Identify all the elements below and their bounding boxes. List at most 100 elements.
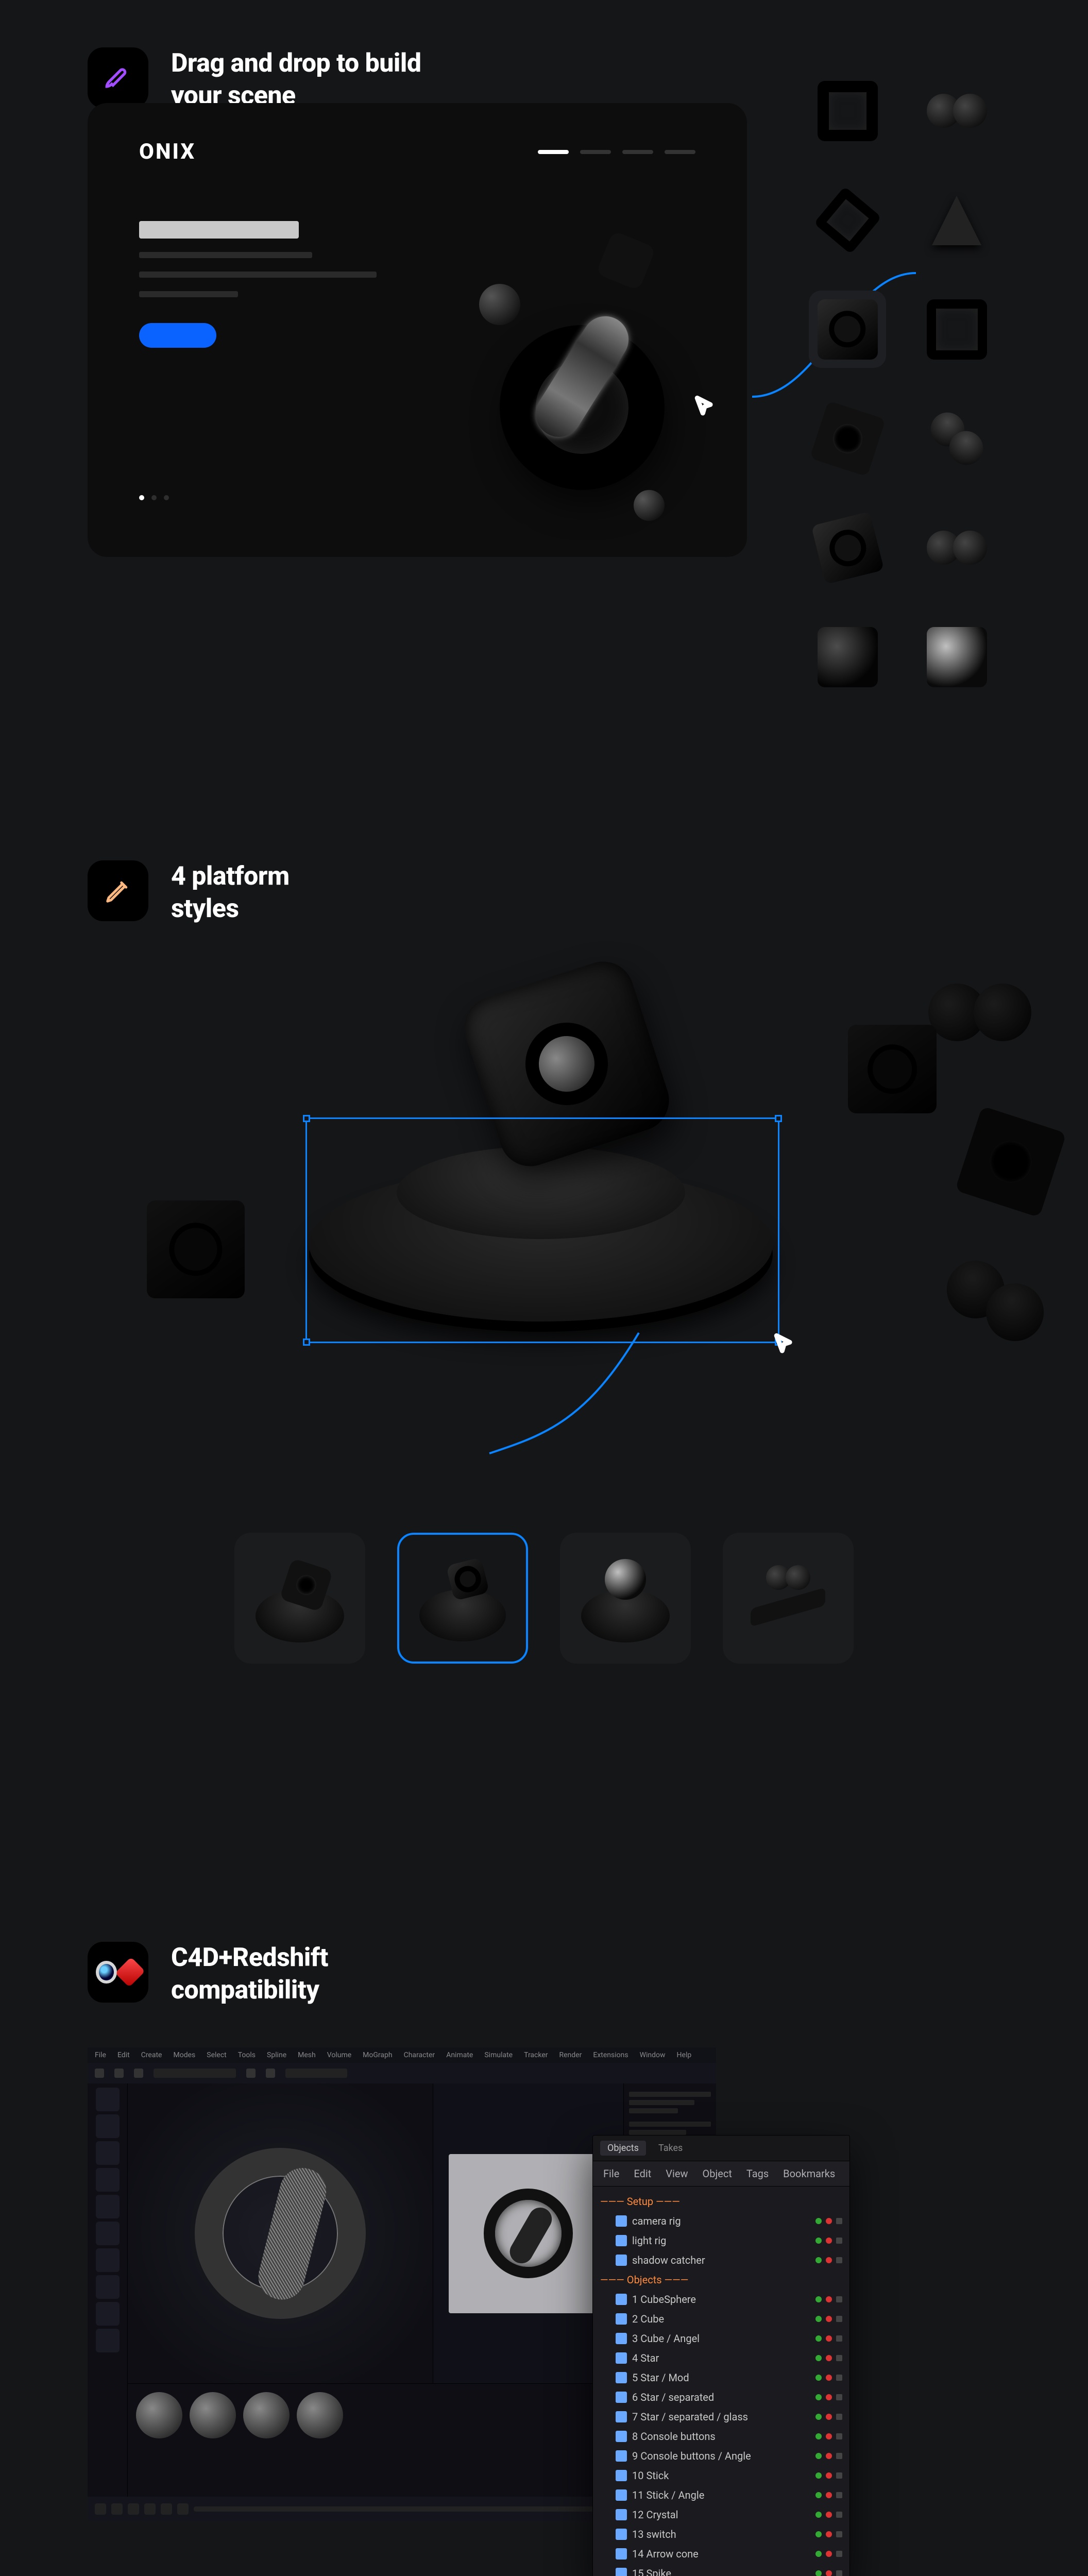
material-swatch[interactable] xyxy=(190,2392,236,2438)
tool-icon[interactable] xyxy=(96,2222,120,2245)
material-swatch[interactable] xyxy=(297,2392,343,2438)
c4d-menu-item[interactable]: Volume xyxy=(327,2051,351,2059)
palette-item-knot[interactable] xyxy=(809,181,886,259)
tree-item[interactable]: 14 Arrow cone xyxy=(593,2544,849,2564)
c4d-menu-item[interactable]: Select xyxy=(207,2051,226,2059)
c4d-menu-item[interactable]: Animate xyxy=(446,2051,473,2059)
platform-option-clover-flat[interactable] xyxy=(723,1533,854,1664)
visibility-toggles[interactable] xyxy=(815,2570,842,2576)
visibility-toggles[interactable] xyxy=(815,2218,842,2224)
c4d-menu-item[interactable]: Help xyxy=(677,2051,692,2059)
c4d-menu-item[interactable]: Window xyxy=(640,2051,666,2059)
tree-item[interactable]: 9 Console buttons / Angle xyxy=(593,2446,849,2466)
palette-item-crystal[interactable] xyxy=(809,291,886,368)
tool-icon[interactable] xyxy=(96,2141,120,2165)
material-swatch[interactable] xyxy=(243,2392,290,2438)
objects-menu-item[interactable]: Edit xyxy=(634,2167,651,2180)
objects-menu-item[interactable]: Bookmarks xyxy=(783,2167,835,2180)
c4d-menu-item[interactable]: Character xyxy=(404,2051,435,2059)
c4d-menu-item[interactable]: Edit xyxy=(117,2051,130,2059)
tree-item[interactable]: 7 Star / separated / glass xyxy=(593,2407,849,2427)
mock-cta-button[interactable] xyxy=(139,323,216,348)
palette-item-ring[interactable] xyxy=(918,291,995,368)
tree-item[interactable]: 12 Crystal xyxy=(593,2505,849,2524)
mock-tab[interactable] xyxy=(580,150,611,154)
palette-item-ball-glass[interactable] xyxy=(918,618,995,696)
palette-item-ball-dark[interactable] xyxy=(809,618,886,696)
visibility-toggles[interactable] xyxy=(815,2433,842,2439)
dropped-3d-object[interactable] xyxy=(438,248,726,536)
timeline-button[interactable] xyxy=(111,2503,123,2515)
c4d-menu-item[interactable]: Render xyxy=(559,2051,582,2059)
visibility-toggles[interactable] xyxy=(815,2472,842,2479)
pager-dot[interactable] xyxy=(139,495,144,500)
c4d-menu-item[interactable]: Tools xyxy=(238,2051,256,2059)
tree-item[interactable]: 2 Cube xyxy=(593,2309,849,2329)
objects-menu-item[interactable]: Object xyxy=(703,2167,732,2180)
tree-item[interactable]: 11 Stick / Angle xyxy=(593,2485,849,2505)
c4d-menu-item[interactable]: Mesh xyxy=(298,2051,316,2059)
tree-item[interactable]: 13 switch xyxy=(593,2524,849,2544)
mock-tab[interactable] xyxy=(665,150,695,154)
platform-option-camera-disc[interactable] xyxy=(397,1533,528,1664)
tree-item[interactable]: 5 Star / Mod xyxy=(593,2368,849,2387)
timeline-button[interactable] xyxy=(128,2503,139,2515)
tree-item[interactable]: 6 Star / separated xyxy=(593,2387,849,2407)
c4d-viewport[interactable] xyxy=(128,2083,433,2383)
visibility-toggles[interactable] xyxy=(815,2316,842,2322)
c4d-menu-item[interactable]: Extensions xyxy=(593,2051,628,2059)
visibility-toggles[interactable] xyxy=(815,2394,842,2400)
visibility-toggles[interactable] xyxy=(815,2512,842,2518)
tree-item[interactable]: 15 Spike xyxy=(593,2564,849,2576)
timeline-button[interactable] xyxy=(144,2503,156,2515)
pager-dot[interactable] xyxy=(151,495,157,500)
tree-item[interactable]: 10 Stick xyxy=(593,2466,849,2485)
visibility-toggles[interactable] xyxy=(815,2257,842,2263)
tree-item[interactable]: 4 Star xyxy=(593,2348,849,2368)
tool-icon[interactable] xyxy=(96,2168,120,2192)
visibility-toggles[interactable] xyxy=(815,2355,842,2361)
pager-dot[interactable] xyxy=(164,495,169,500)
tree-item[interactable]: light rig xyxy=(593,2231,849,2250)
palette-item-cube[interactable] xyxy=(809,400,886,477)
c4d-menu-item[interactable]: Tracker xyxy=(524,2051,548,2059)
objects-menu-item[interactable]: Tags xyxy=(746,2167,769,2180)
timeline-button[interactable] xyxy=(161,2503,172,2515)
tree-item[interactable]: 3 Cube / Angel xyxy=(593,2329,849,2348)
visibility-toggles[interactable] xyxy=(815,2335,842,2342)
tool-icon[interactable] xyxy=(96,2088,120,2111)
visibility-toggles[interactable] xyxy=(815,2296,842,2302)
tree-item[interactable]: 8 Console buttons xyxy=(593,2427,849,2446)
tool-icon[interactable] xyxy=(96,2114,120,2138)
mock-tab[interactable] xyxy=(538,150,569,154)
palette-item-cone[interactable] xyxy=(918,181,995,259)
platform-option-sphere-pad[interactable] xyxy=(560,1533,691,1664)
visibility-toggles[interactable] xyxy=(815,2531,842,2537)
visibility-toggles[interactable] xyxy=(815,2238,842,2244)
material-swatch[interactable] xyxy=(136,2392,182,2438)
visibility-toggles[interactable] xyxy=(815,2414,842,2420)
tree-item[interactable]: camera rig xyxy=(593,2211,849,2231)
c4d-menu-item[interactable]: Simulate xyxy=(484,2051,513,2059)
objects-menu-item[interactable]: File xyxy=(603,2167,619,2180)
mock-tab[interactable] xyxy=(622,150,653,154)
visibility-toggles[interactable] xyxy=(815,2492,842,2498)
palette-item-camera[interactable] xyxy=(809,509,886,586)
objects-menu-item[interactable]: View xyxy=(666,2167,688,2180)
c4d-menu-item[interactable]: Modes xyxy=(173,2051,195,2059)
palette-item-torus[interactable] xyxy=(809,72,886,149)
c4d-menu-item[interactable]: File xyxy=(95,2051,106,2059)
objects-tab[interactable]: Objects xyxy=(600,2141,646,2156)
tool-icon[interactable] xyxy=(96,2195,120,2218)
tool-icon[interactable] xyxy=(96,2275,120,2299)
palette-item-gear[interactable] xyxy=(918,509,995,586)
palette-item-clover[interactable] xyxy=(918,72,995,149)
tree-item[interactable]: 1 CubeSphere xyxy=(593,2290,849,2309)
platform-option-cube-pad[interactable] xyxy=(234,1533,365,1664)
tree-item[interactable]: shadow catcher xyxy=(593,2250,849,2270)
c4d-menu-item[interactable]: MoGraph xyxy=(363,2051,392,2059)
tool-icon[interactable] xyxy=(96,2302,120,2326)
visibility-toggles[interactable] xyxy=(815,2551,842,2557)
palette-item-flower[interactable] xyxy=(918,400,995,477)
tool-icon[interactable] xyxy=(96,2248,120,2272)
